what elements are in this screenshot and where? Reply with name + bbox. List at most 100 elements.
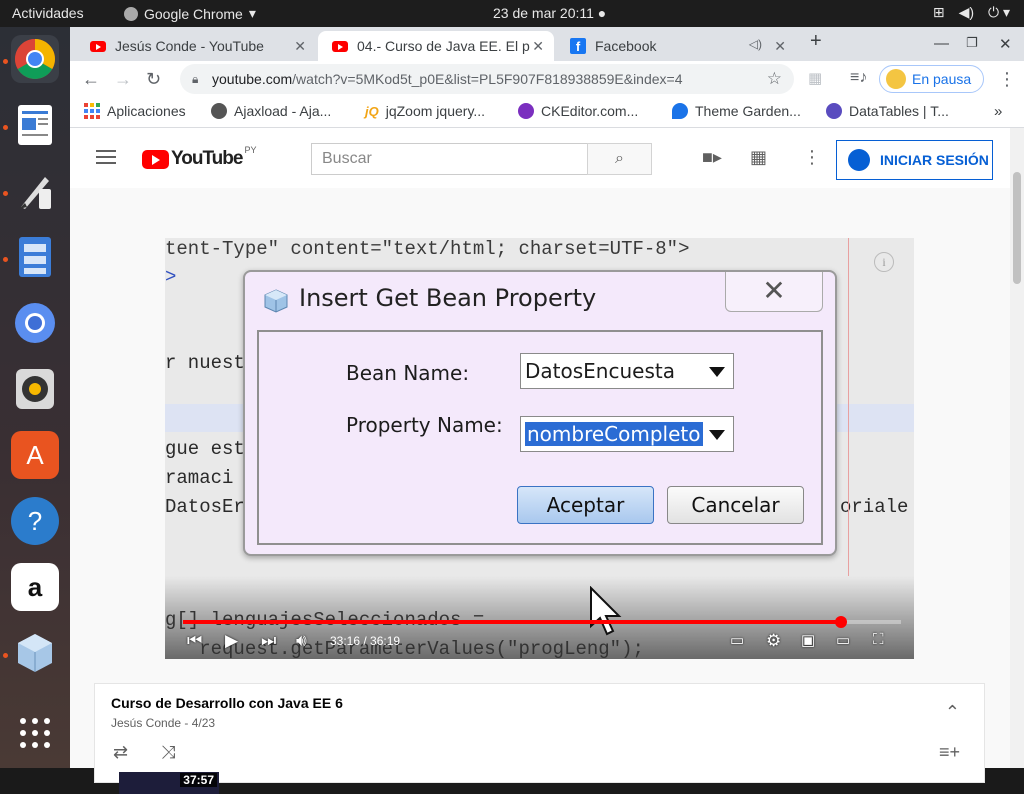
loop-icon[interactable]: ⇄ [113,742,128,763]
file-manager-icon[interactable] [11,233,59,281]
search-button[interactable]: ⌕ [587,143,652,175]
shuffle-icon[interactable]: ⤨ [161,742,175,763]
cancel-button[interactable]: Cancelar [667,486,804,524]
bookmark-ajaxload[interactable]: Ajaxload - Aja... [211,103,331,119]
more-bookmarks-icon[interactable]: » [994,103,1002,120]
chrome-icon[interactable] [11,35,59,83]
code-line: r nuest [165,352,245,374]
rhythmbox-icon[interactable] [11,365,59,413]
youtube-logo[interactable]: YouTube PY [142,145,256,170]
tab-facebook[interactable]: f Facebook ◁) ✕ [556,31,796,61]
page-scrollbar[interactable] [1010,128,1024,768]
forward-button[interactable]: → [114,69,132,90]
text-editor-icon[interactable] [11,101,59,149]
activities-button[interactable]: Actividades [12,5,84,21]
close-tab-icon[interactable]: ✕ [532,38,544,55]
sign-in-label: INICIAR SESIÓN [880,152,989,168]
hamburger-menu-icon[interactable] [96,150,116,168]
chrome-menu-icon[interactable]: ⋮ [998,69,1016,90]
system-tray[interactable]: ⊞ ◀) ⏻ ▾ [933,4,1010,21]
globe-icon [211,103,227,119]
playlist-panel: Curso de Desarrollo con Java EE 6 Jesús … [94,683,985,794]
bookmark-jqzoom[interactable]: jQ jqZoom jquery... [365,103,485,119]
property-name-label: Property Name: [346,413,503,437]
progress-bar[interactable] [183,616,901,628]
accept-button[interactable]: Aceptar [517,486,654,524]
info-icon[interactable]: i [874,252,894,272]
miniplayer-icon[interactable]: ▣ [801,631,815,649]
show-apps-icon[interactable] [11,709,59,757]
running-indicator [3,653,8,658]
theater-mode-icon[interactable]: ▭ [836,631,850,649]
media-controls-icon[interactable]: ≡♪ [850,69,867,87]
youtube-favicon-icon [90,40,106,52]
profile-paused-button[interactable]: En pausa [879,65,984,93]
app-menu[interactable]: Google Chrome ▾ [124,5,256,22]
tab-youtube-channel[interactable]: Jesús Conde - YouTube ✕ [76,31,316,61]
playlist-title[interactable]: Curso de Desarrollo con Java EE 6 [111,695,343,711]
datatables-icon [826,103,842,119]
clock[interactable]: 23 de mar 20:11 ● [493,5,606,21]
settings-menu-icon[interactable]: ⋮ [803,147,821,168]
create-video-icon[interactable]: ■▸ [702,147,722,168]
youtube-wordmark: YouTube [171,148,243,169]
next-icon[interactable]: ⏭ [261,631,276,651]
subtitles-icon[interactable]: ▭ [730,631,744,649]
reload-button[interactable]: ↻ [146,69,161,90]
apps-grid-icon [84,103,100,119]
search-icon: ⌕ [615,150,624,167]
new-tab-button[interactable]: + [810,30,822,53]
volume-icon[interactable]: 🔊︎ [296,631,307,651]
back-button[interactable]: ← [82,69,100,90]
app-menu-label: Google Chrome [144,5,243,22]
progress-scrubber[interactable] [834,616,847,628]
scrollbar-thumb[interactable] [1013,172,1021,284]
chrome-small-icon [124,6,138,21]
close-window-button[interactable]: ✕ [999,35,1012,53]
help-icon[interactable]: ? [11,497,59,545]
bookmark-star-icon[interactable]: ☆ [767,64,782,94]
playlist-subtitle: Jesús Conde - 4/23 [111,716,215,730]
bag-icon: A [26,439,44,470]
video-player[interactable]: tent-Type" content="text/html; charset=U… [165,238,914,659]
minimize-button[interactable]: — [934,35,949,52]
restore-button[interactable]: ❐ [966,35,978,51]
extension-icon[interactable]: ▦ [808,69,822,87]
bean-name-select[interactable]: DatosEncuesta [520,353,734,389]
tab-title: Facebook [595,38,657,54]
apps-icon[interactable]: ▦ [750,147,767,168]
virtualbox-icon[interactable] [11,629,59,677]
add-to-queue-icon[interactable]: ≡+ [939,742,960,763]
close-tab-icon[interactable]: ✕ [294,38,306,55]
play-icon[interactable]: ▶ [225,631,238,651]
bookmark-datatables[interactable]: DataTables | T... [826,103,949,119]
running-indicator [3,191,8,196]
tab-title: Jesús Conde - YouTube [115,38,264,54]
facebook-favicon-icon: f [570,38,586,54]
inkscape-icon[interactable] [11,167,59,215]
bookmark-theme-garden[interactable]: Theme Garden... [672,103,801,119]
software-center-icon[interactable]: A [11,431,59,479]
chevron-up-icon[interactable]: ⌃ [945,702,960,723]
tab-current-video[interactable]: 04.- Curso de Java EE. El p ✕ [318,31,554,61]
search-input[interactable]: Buscar [311,143,588,175]
playlist-author[interactable]: Jesús Conde [111,716,181,730]
sign-in-button[interactable]: INICIAR SESIÓN [836,140,993,180]
url-host: youtube.com [212,71,293,87]
settings-gear-icon[interactable]: ⚙ [766,631,781,651]
property-name-select[interactable]: nombreCompleto [520,416,734,452]
code-line: gue est [165,438,245,460]
bookmark-ckeditor[interactable]: CKEditor.com... [518,103,638,119]
playlist-thumbnail[interactable]: 37:57 [119,772,219,794]
chromium-icon[interactable] [11,299,59,347]
address-bar[interactable]: 🔒︎ youtube.com/watch?v=5MKod5t_p0E&list=… [180,64,794,94]
previous-icon[interactable]: ⏮ [187,631,202,651]
fullscreen-icon[interactable]: ⛶ [873,631,884,648]
account-icon [848,149,870,171]
dialog-close-button[interactable]: ✕ [725,272,823,312]
amazon-icon[interactable]: a [11,563,59,611]
bookmark-apps[interactable]: Aplicaciones [84,103,186,119]
network-icon: ⊞ [932,4,945,20]
close-tab-icon[interactable]: ✕ [774,38,786,55]
mute-tab-icon[interactable]: ◁) [749,37,762,51]
